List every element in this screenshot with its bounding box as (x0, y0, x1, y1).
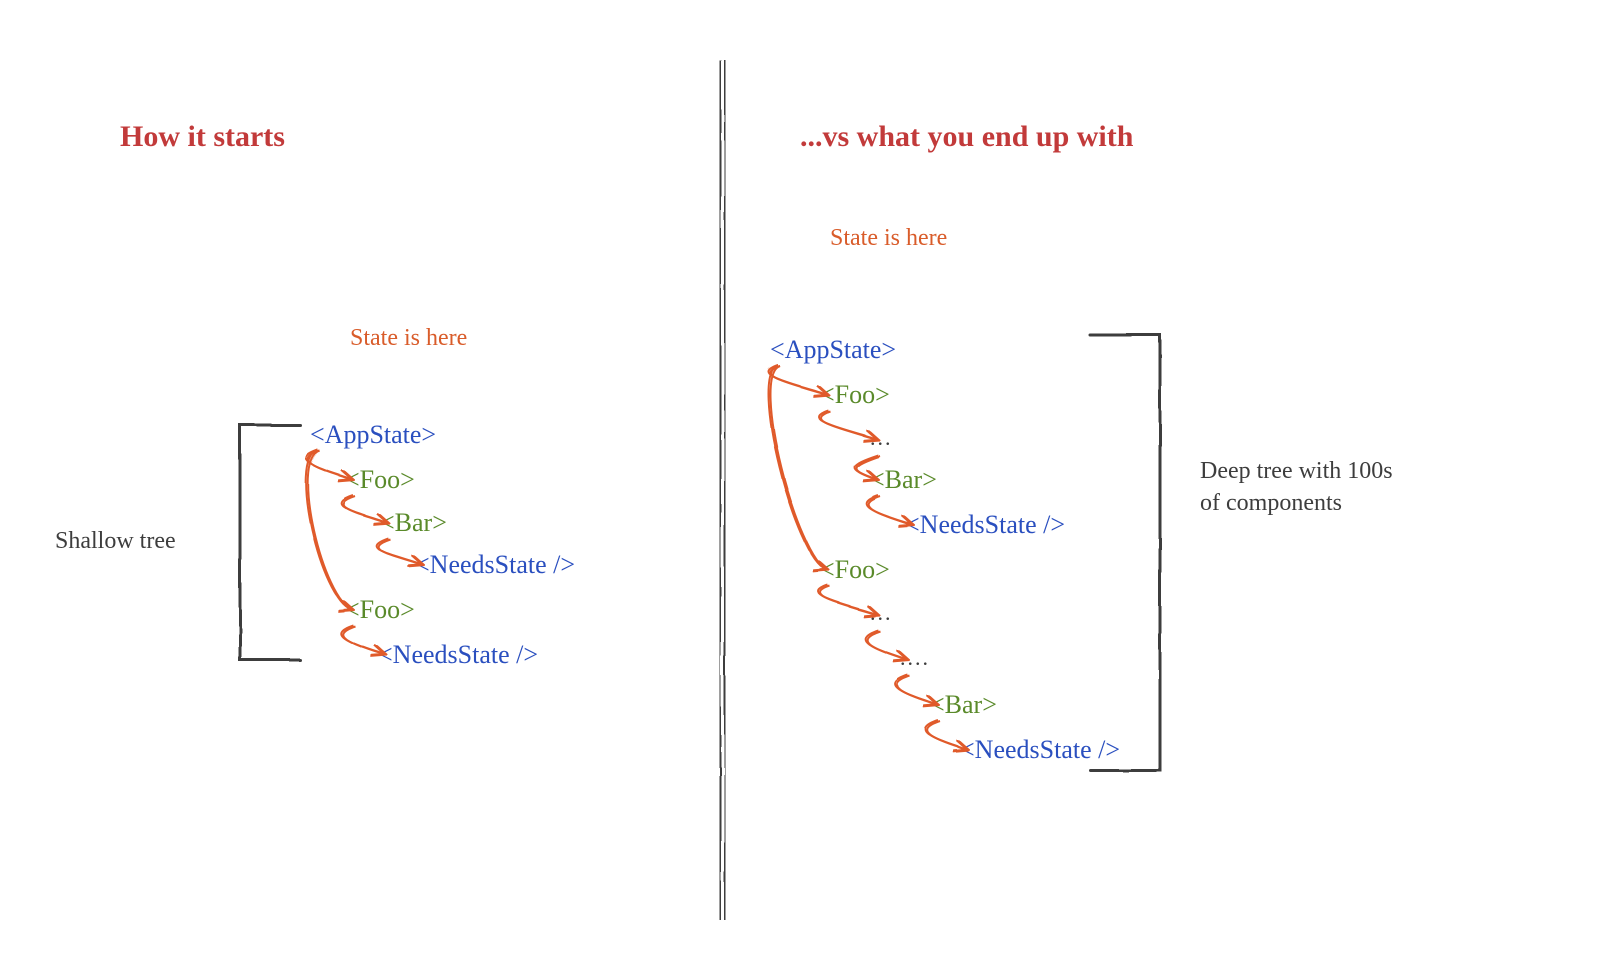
center-divider (720, 60, 725, 920)
right-node-r2: ... (870, 425, 893, 451)
left-node-l5: <NeedsState /> (378, 640, 538, 670)
right-node-r8: <Bar> (930, 690, 997, 720)
right-node-r9: <NeedsState /> (960, 735, 1120, 765)
right-annotation: Deep tree with 100s of components (1200, 455, 1400, 520)
right-heading: ...vs what you end up with (800, 120, 1133, 154)
right-node-r5: <Foo> (820, 555, 890, 585)
right-node-r3: <Bar> (870, 465, 937, 495)
left-node-l4: <Foo> (345, 595, 415, 625)
right-node-r6: ... (870, 600, 893, 626)
left-node-l3: <NeedsState /> (415, 550, 575, 580)
right-bracket (1090, 335, 1160, 770)
left-node-l2: <Bar> (380, 508, 447, 538)
right-node-r4: <NeedsState /> (905, 510, 1065, 540)
left-node-l0: <AppState> (310, 420, 436, 450)
left-annotation: Shallow tree (55, 525, 176, 557)
left-node-l1: <Foo> (345, 465, 415, 495)
right-node-r0: <AppState> (770, 335, 896, 365)
right-node-r7: .... (900, 645, 930, 671)
right-state-label: State is here (830, 225, 947, 252)
left-heading: How it starts (120, 120, 285, 154)
left-bracket (240, 425, 300, 660)
right-node-r1: <Foo> (820, 380, 890, 410)
left-state-label: State is here (350, 325, 467, 352)
